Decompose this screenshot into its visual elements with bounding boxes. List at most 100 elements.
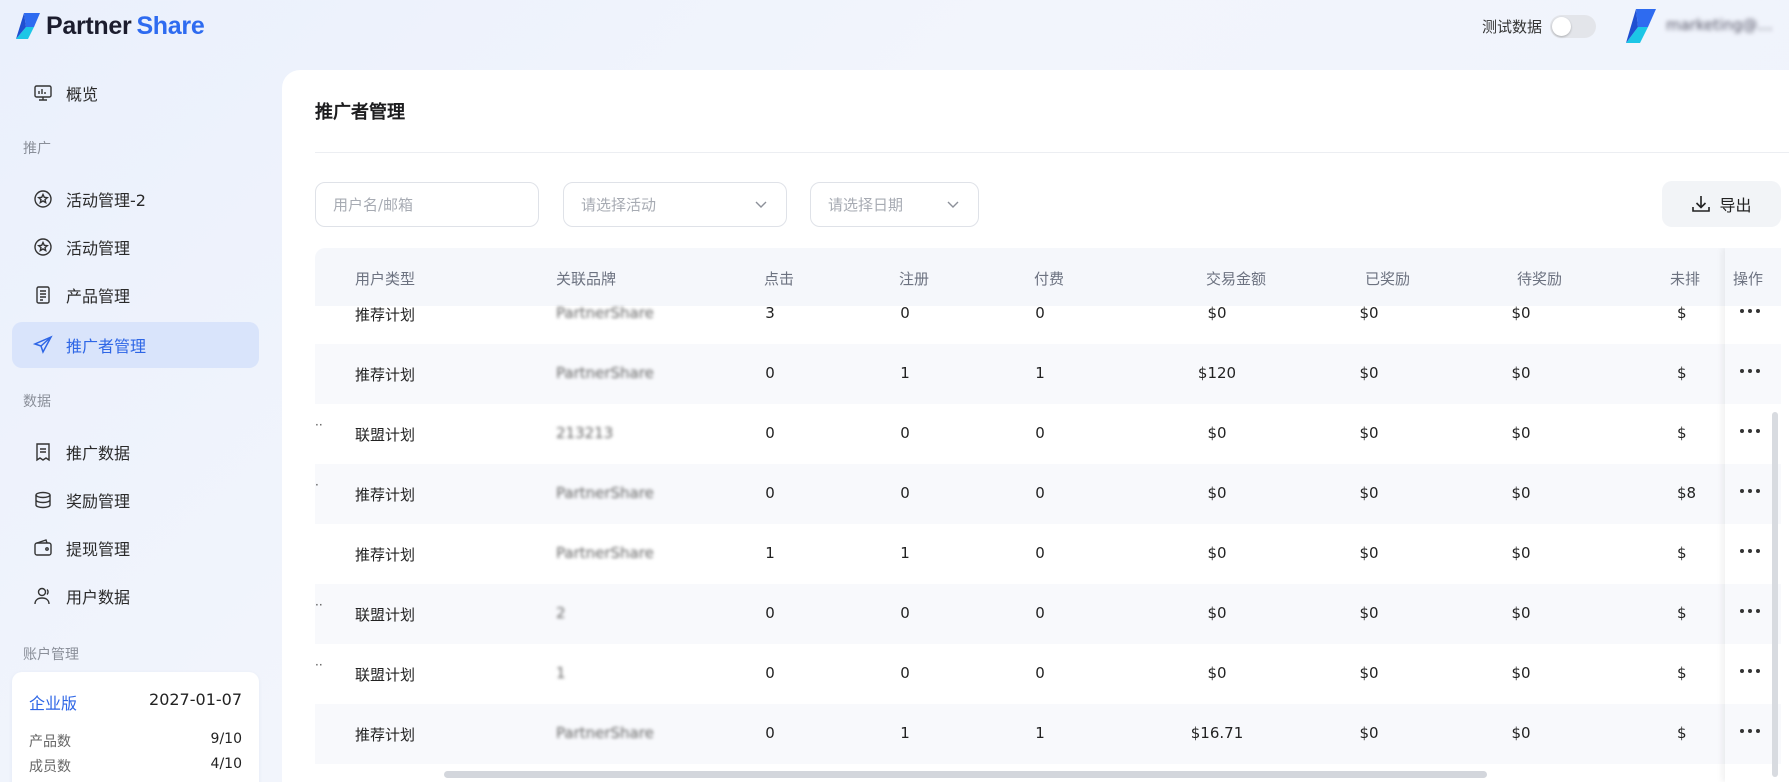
cell-pending: $0 — [1511, 724, 1531, 742]
divider — [315, 152, 1789, 153]
cell-user-type: 联盟计划 — [355, 666, 416, 684]
cell-paid: 0 — [1035, 664, 1045, 682]
sidebar-item-label: 用户数据 — [66, 588, 131, 607]
sidebar-item-label: 奖励管理 — [66, 492, 131, 511]
cell-signups: 0 — [900, 424, 910, 442]
date-picker[interactable]: 请选择日期 — [810, 182, 979, 227]
test-data-toggle[interactable] — [1550, 15, 1596, 38]
more-dots-icon[interactable] — [1738, 543, 1762, 559]
cell-brand: PartnerShare — [556, 484, 654, 502]
download-icon — [1691, 194, 1711, 214]
star-badge-icon — [32, 188, 54, 210]
cell-unpaid: $ — [1677, 604, 1687, 622]
section-title-account: 账户管理 — [23, 647, 79, 663]
promoter-table: 用户类型 关联品牌 点击 注册 付费 交易金额 已奖励 待奖励 未排 推荐计划 P… — [315, 248, 1781, 782]
vertical-scrollbar[interactable] — [1772, 412, 1778, 777]
plan-members-row: 成员数 4/10 — [29, 756, 242, 776]
cell-pending: $0 — [1511, 484, 1531, 502]
cell-rewarded: $0 — [1359, 484, 1379, 502]
logo[interactable]: Partner Share — [12, 10, 205, 42]
cell-rewarded: $0 — [1359, 664, 1379, 682]
plan-expiry-date: 2027-01-07 — [149, 690, 242, 709]
sidebar-item-user-data[interactable]: 用户数据 — [12, 573, 259, 619]
plan-products-row: 产品数 9/10 — [29, 731, 242, 751]
cell-clicks: 0 — [765, 424, 775, 442]
cell-clicks: 0 — [765, 604, 775, 622]
table-row[interactable]: 推荐计划 PartnerShare 1 1 0 $0 $0 $0 $ — [315, 524, 1781, 584]
table-row[interactable]: 推荐计划 PartnerShare 0 1 1 $16.71 $0 $0 $ — [315, 704, 1781, 764]
sidebar-item-reward[interactable]: 奖励管理 — [12, 477, 259, 523]
user-search-input[interactable]: 用户名/邮箱 — [315, 182, 539, 227]
sidebar-item-withdraw[interactable]: 提现管理 — [12, 525, 259, 571]
more-dots-icon[interactable] — [1738, 603, 1762, 619]
cell-signups: 0 — [900, 304, 910, 322]
cell-lead: · — [315, 478, 319, 492]
plan-name[interactable]: 企业版 — [29, 690, 77, 714]
cell-clicks: 0 — [765, 664, 775, 682]
account-name[interactable]: marketing@pa... — [1666, 16, 1778, 34]
monitor-icon — [32, 82, 54, 104]
sidebar-item-label: 推广数据 — [66, 444, 131, 463]
database-icon — [32, 489, 54, 511]
cell-lead: ·· — [315, 598, 323, 612]
activity-select[interactable]: 请选择活动 — [563, 182, 787, 227]
page-title: 推广者管理 — [315, 102, 405, 123]
cell-user-type: 联盟计划 — [355, 606, 416, 624]
cell-brand: PartnerShare — [556, 544, 654, 562]
sidebar-item-promo-data[interactable]: 推广数据 — [12, 429, 259, 475]
cell-amount: $0 — [1207, 484, 1227, 502]
avatar[interactable] — [1618, 5, 1660, 47]
plan-members-value: 4/10 — [210, 756, 242, 772]
top-bar: PartnerShare 测试数据 marketing@pa... — [0, 0, 1789, 52]
logo-icon — [16, 13, 40, 39]
cell-brand: PartnerShare — [556, 304, 654, 322]
cell-pending: $0 — [1511, 304, 1531, 322]
table-row[interactable]: ·· 联盟计划 1 0 0 0 $0 $0 $0 $ — [315, 644, 1781, 704]
sidebar-item-label: 产品管理 — [66, 287, 131, 306]
sidebar-item-product[interactable]: 产品管理 — [12, 272, 259, 318]
user-icon — [32, 585, 54, 607]
more-dots-icon[interactable] — [1738, 423, 1762, 439]
sidebar-item-activity[interactable]: 活动管理 — [12, 224, 259, 270]
cell-brand: 1 — [556, 664, 566, 682]
cell-paid: 0 — [1035, 544, 1045, 562]
date-picker-placeholder: 请选择日期 — [828, 196, 904, 214]
cell-amount: $16.71 — [1190, 724, 1244, 742]
cell-amount: $0 — [1207, 424, 1227, 442]
sidebar-item-label: 推广者管理 — [66, 337, 147, 356]
sidebar-item-activity-2[interactable]: 活动管理-2 — [12, 176, 259, 222]
cell-brand: PartnerShare — [556, 724, 654, 742]
cell-brand: PartnerShare — [556, 364, 654, 382]
table-row[interactable]: ·· 联盟计划 213213 0 0 0 $0 $0 $0 $ — [315, 404, 1781, 464]
cell-pending: $0 — [1511, 364, 1531, 382]
table-row[interactable]: ·· 联盟计划 2 0 0 0 $0 $0 $0 $ — [315, 584, 1781, 644]
cell-amount: $0 — [1207, 304, 1227, 322]
table-row[interactable]: 推荐计划 PartnerShare 3 0 0 $0 $0 $0 $ — [315, 284, 1781, 344]
sidebar-item-overview[interactable]: 概览 — [12, 70, 259, 116]
cell-brand: 213213 — [556, 424, 614, 442]
table-row[interactable]: · 推荐计划 PartnerShare 0 0 0 $0 $0 $0 $8 — [315, 464, 1781, 524]
cell-signups: 0 — [900, 604, 910, 622]
cell-signups: 0 — [900, 484, 910, 502]
cell-user-type: 推荐计划 — [355, 366, 416, 384]
table-row[interactable]: 推荐计划 PartnerShare 0 1 1 $120 $0 $0 $ — [315, 344, 1781, 404]
plan-card: 企业版 2027-01-07 产品数 9/10 成员数 4/10 — [12, 672, 259, 782]
cell-amount: $0 — [1207, 604, 1227, 622]
horizontal-scrollbar[interactable] — [444, 771, 1487, 778]
more-dots-icon[interactable] — [1738, 303, 1762, 319]
cell-unpaid: $ — [1677, 304, 1687, 322]
export-button[interactable]: 导出 — [1662, 181, 1781, 227]
cell-rewarded: $0 — [1359, 604, 1379, 622]
sidebar-item-promoter[interactable]: 推广者管理 — [12, 322, 259, 368]
cell-user-type: 联盟计划 — [355, 426, 416, 444]
brand-name: Partner Share — [46, 11, 205, 40]
more-dots-icon[interactable] — [1738, 363, 1762, 379]
more-dots-icon[interactable] — [1738, 663, 1762, 679]
cell-paid: 0 — [1035, 484, 1045, 502]
more-dots-icon[interactable] — [1738, 483, 1762, 499]
more-dots-icon[interactable] — [1738, 723, 1762, 739]
cell-signups: 1 — [900, 544, 910, 562]
sidebar: 概览 推广 活动管理-2 活动管理 产品管理 推广者管理 数据 推广数据 奖励管… — [0, 52, 270, 782]
user-search-placeholder: 用户名/邮箱 — [333, 196, 414, 214]
cell-amount: $0 — [1207, 544, 1227, 562]
